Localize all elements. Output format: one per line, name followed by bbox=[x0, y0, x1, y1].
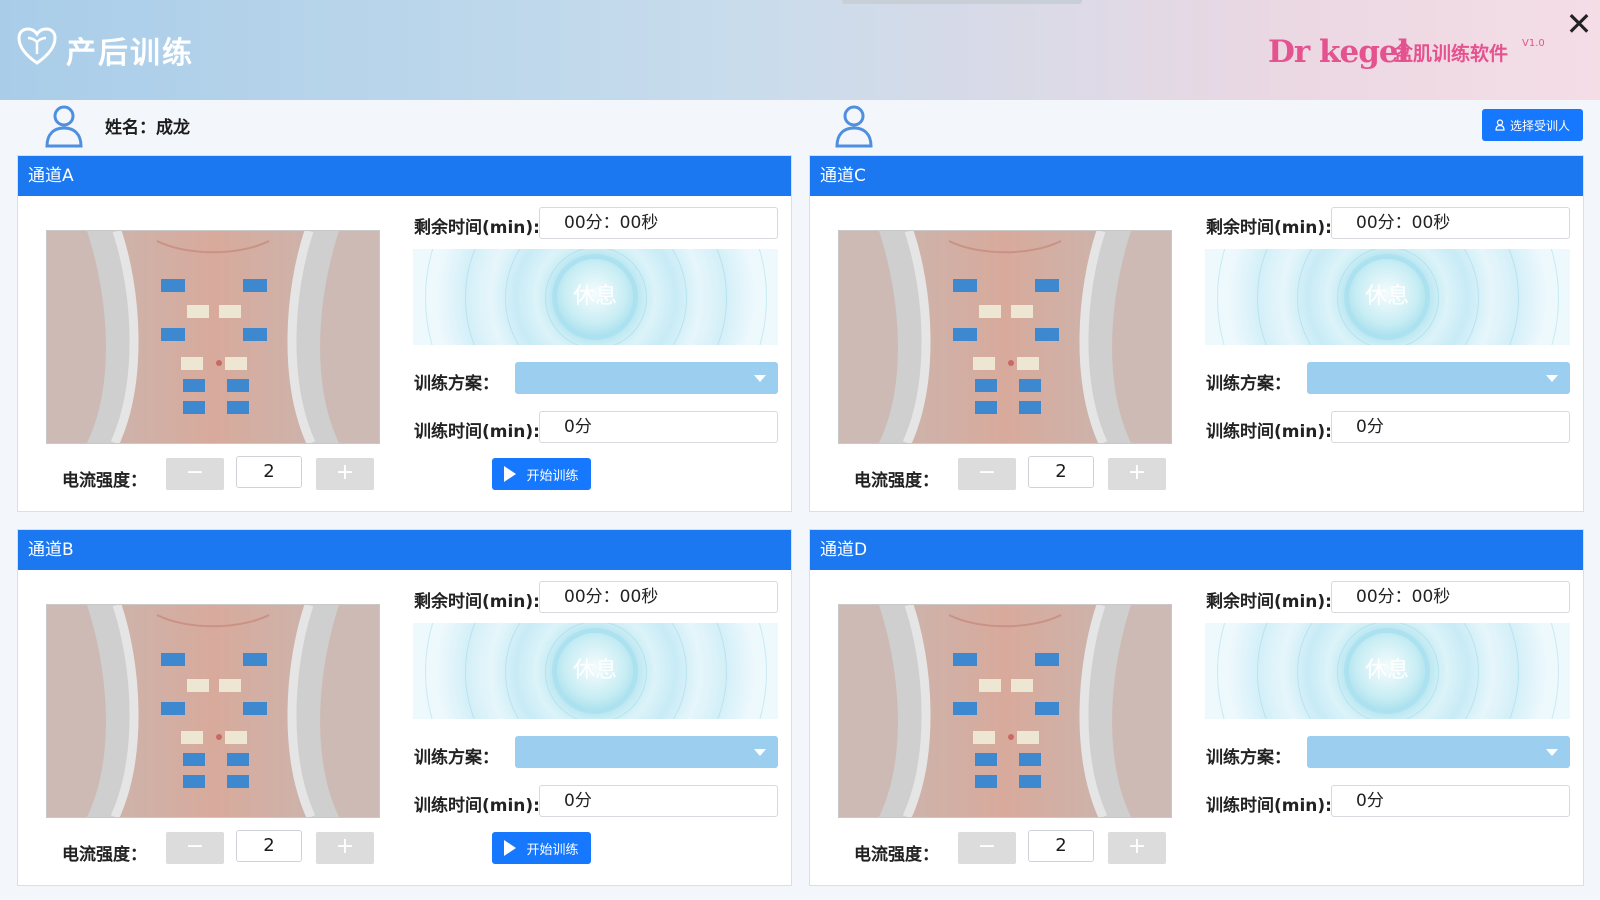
increase-current-button[interactable]: + bbox=[316, 458, 374, 490]
channel-panel: 通道B 剩余时间(min): 00分：00秒 休息 训练方案： 训练时间(min… bbox=[17, 529, 792, 886]
training-time-label: 训练时间(min): bbox=[1206, 422, 1332, 442]
training-time-label: 训练时间(min): bbox=[414, 796, 540, 816]
current-intensity-label: 电流强度： bbox=[854, 471, 939, 491]
channel-panel: 通道C 剩余时间(min): 00分：00秒 休息 训练方案： 训练时间(min… bbox=[809, 155, 1584, 512]
rest-status: 休息 bbox=[1349, 633, 1425, 709]
chevron-down-icon bbox=[1546, 375, 1558, 382]
version-label: V1.0 bbox=[1522, 38, 1545, 49]
plan-label: 训练方案： bbox=[1206, 374, 1291, 394]
remaining-time-field: 00分：00秒 bbox=[1331, 581, 1570, 613]
training-time-label: 训练时间(min): bbox=[414, 422, 540, 442]
user-icon bbox=[45, 105, 83, 148]
app-title: 产后训练 bbox=[66, 36, 194, 71]
decrease-current-button[interactable]: − bbox=[166, 832, 224, 864]
training-plan-dropdown[interactable] bbox=[515, 736, 778, 768]
patient-name-label: 姓名： bbox=[105, 118, 156, 138]
decrease-current-button[interactable]: − bbox=[166, 458, 224, 490]
patient-name: 姓名：成龙 bbox=[105, 113, 190, 138]
remaining-time-field: 00分：00秒 bbox=[539, 207, 778, 239]
training-time-label: 训练时间(min): bbox=[1206, 796, 1332, 816]
chevron-down-icon bbox=[1546, 749, 1558, 756]
rest-status: 休息 bbox=[557, 633, 633, 709]
rest-indicator: 休息 bbox=[1205, 623, 1570, 719]
brand-subtitle: 盆肌训练软件 bbox=[1394, 43, 1509, 65]
plan-label: 训练方案： bbox=[414, 748, 499, 768]
current-intensity-value[interactable]: 2 bbox=[1028, 830, 1094, 862]
abdomen-electrode-image bbox=[46, 604, 380, 818]
rest-indicator: 休息 bbox=[413, 249, 778, 345]
rest-status: 休息 bbox=[1349, 259, 1425, 335]
current-intensity-label: 电流强度： bbox=[62, 845, 147, 865]
current-intensity-label: 电流强度： bbox=[854, 845, 939, 865]
remaining-time-label: 剩余时间(min): bbox=[414, 592, 540, 612]
window-drag-handle[interactable] bbox=[842, 0, 1082, 4]
channel-panel: 通道A 剩余时间(min): 00分：00秒 休息 训练方案： 训练时间(min… bbox=[17, 155, 792, 512]
training-plan-dropdown[interactable] bbox=[1307, 736, 1570, 768]
decrease-current-button[interactable]: − bbox=[958, 832, 1016, 864]
select-trainee-button[interactable]: 选择受训人 bbox=[1482, 109, 1583, 141]
patient-name-value: 成龙 bbox=[156, 118, 190, 138]
play-icon bbox=[504, 466, 517, 482]
remaining-time-label: 剩余时间(min): bbox=[1206, 592, 1332, 612]
channel-header: 通道A bbox=[18, 156, 791, 196]
plan-label: 训练方案： bbox=[1206, 748, 1291, 768]
select-trainee-label: 选择受训人 bbox=[1509, 118, 1570, 133]
remaining-time-field: 00分：00秒 bbox=[539, 581, 778, 613]
rest-status: 休息 bbox=[557, 259, 633, 335]
brand-logo: Dr kegel bbox=[1268, 34, 1409, 70]
play-icon bbox=[504, 840, 517, 856]
training-time-field[interactable]: 0分 bbox=[1331, 411, 1570, 443]
abdomen-electrode-image bbox=[838, 230, 1172, 444]
user-icon bbox=[835, 105, 873, 148]
chevron-down-icon bbox=[754, 749, 766, 756]
increase-current-button[interactable]: + bbox=[316, 832, 374, 864]
increase-current-button[interactable]: + bbox=[1108, 458, 1166, 490]
rest-indicator: 休息 bbox=[1205, 249, 1570, 345]
plan-label: 训练方案： bbox=[414, 374, 499, 394]
start-training-button[interactable]: 开始训练 bbox=[492, 458, 591, 490]
close-button[interactable]: ✕ bbox=[1563, 8, 1595, 40]
channel-header: 通道D bbox=[810, 530, 1583, 570]
remaining-time-label: 剩余时间(min): bbox=[1206, 218, 1332, 238]
user-icon bbox=[1495, 119, 1505, 131]
remaining-time-label: 剩余时间(min): bbox=[414, 218, 540, 238]
training-time-field[interactable]: 0分 bbox=[539, 785, 778, 817]
current-intensity-value[interactable]: 2 bbox=[236, 830, 302, 862]
training-plan-dropdown[interactable] bbox=[515, 362, 778, 394]
heart-shield-icon bbox=[17, 27, 57, 65]
channel-header: 通道C bbox=[810, 156, 1583, 196]
abdomen-electrode-image bbox=[46, 230, 380, 444]
chevron-down-icon bbox=[754, 375, 766, 382]
remaining-time-field: 00分：00秒 bbox=[1331, 207, 1570, 239]
rest-indicator: 休息 bbox=[413, 623, 778, 719]
channel-header: 通道B bbox=[18, 530, 791, 570]
training-time-field[interactable]: 0分 bbox=[539, 411, 778, 443]
close-icon: ✕ bbox=[1565, 5, 1593, 43]
channel-panel: 通道D 剩余时间(min): 00分：00秒 休息 训练方案： 训练时间(min… bbox=[809, 529, 1584, 886]
start-training-label: 开始训练 bbox=[526, 842, 579, 858]
training-plan-dropdown[interactable] bbox=[1307, 362, 1570, 394]
start-training-label: 开始训练 bbox=[526, 468, 579, 484]
decrease-current-button[interactable]: − bbox=[958, 458, 1016, 490]
current-intensity-value[interactable]: 2 bbox=[236, 456, 302, 488]
current-intensity-label: 电流强度： bbox=[62, 471, 147, 491]
start-training-button[interactable]: 开始训练 bbox=[492, 832, 591, 864]
abdomen-electrode-image bbox=[838, 604, 1172, 818]
increase-current-button[interactable]: + bbox=[1108, 832, 1166, 864]
title-bar: 产后训练 Dr kegel 盆肌训练软件 V1.0 ✕ bbox=[0, 0, 1600, 100]
current-intensity-value[interactable]: 2 bbox=[1028, 456, 1094, 488]
training-time-field[interactable]: 0分 bbox=[1331, 785, 1570, 817]
